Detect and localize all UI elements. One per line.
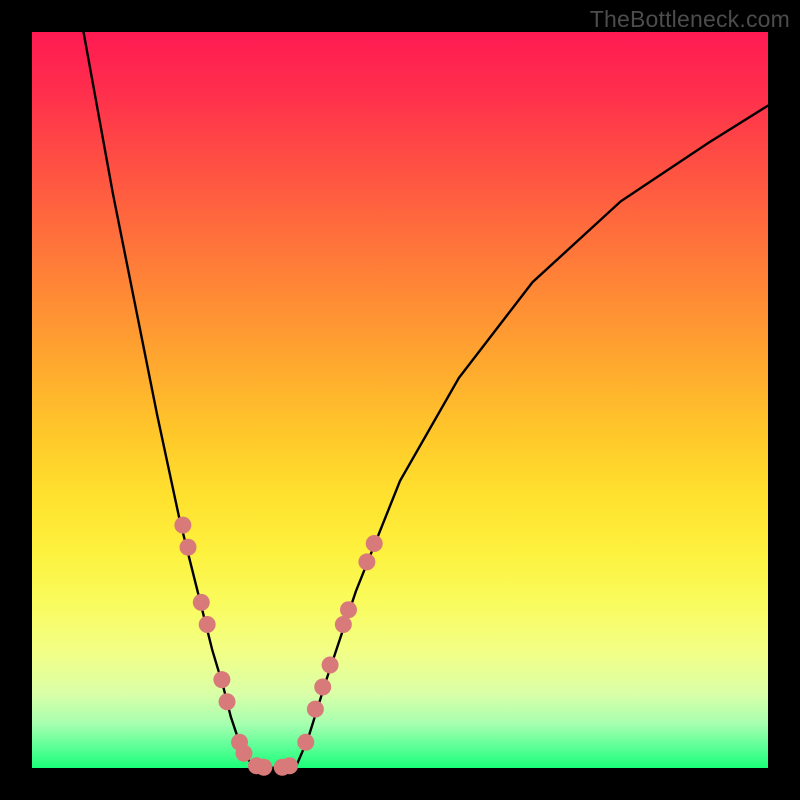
data-marker [180,539,197,556]
data-marker [366,535,383,552]
data-marker [193,594,210,611]
chart-frame: TheBottleneck.com [0,0,800,800]
plot-area [32,32,768,768]
watermark-text: TheBottleneck.com [590,6,790,33]
data-marker [235,745,252,762]
data-marker [174,517,191,534]
data-marker [358,553,375,570]
curve-svg [32,32,768,768]
data-marker [314,679,331,696]
data-marker [219,693,236,710]
bottleneck-curve [84,32,768,768]
markers-group [174,517,382,776]
data-marker [340,601,357,618]
data-marker [213,671,230,688]
data-marker [307,701,324,718]
data-marker [199,616,216,633]
data-marker [255,759,272,776]
data-marker [335,616,352,633]
data-marker [297,734,314,751]
data-marker [322,656,339,673]
data-marker [281,757,298,774]
